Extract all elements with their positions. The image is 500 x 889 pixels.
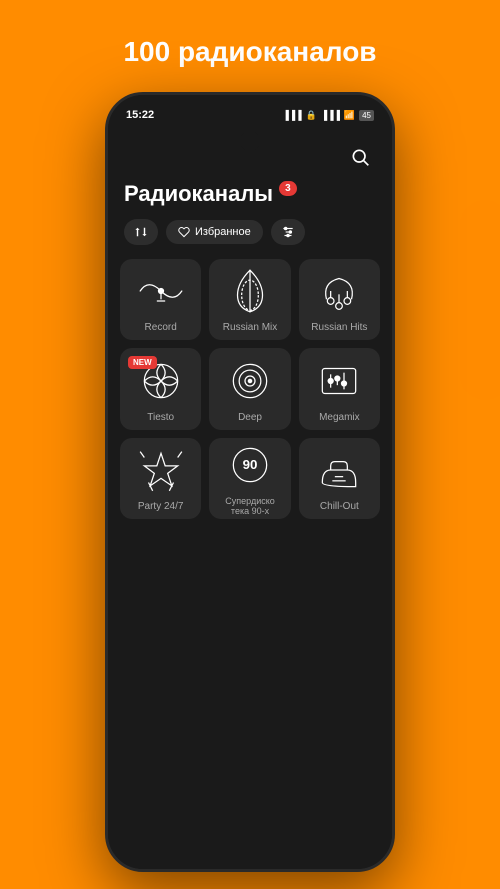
page-title-row: Радиоканалы 3 [108, 181, 392, 219]
channel-russian-mix[interactable]: Russian Mix [209, 259, 290, 340]
tiesto-name: Tiesto [147, 412, 174, 423]
chillout-name: Chill-Out [320, 501, 359, 512]
russian-hits-icon [314, 266, 364, 316]
deep-name: Deep [238, 412, 262, 423]
russian-mix-icon [225, 266, 275, 316]
page-title: Радиоканалы [124, 181, 273, 207]
favorites-label: Избранное [195, 226, 251, 238]
disco90-icon: 90 [225, 440, 275, 490]
network-icon: ▐▐▐ [321, 110, 340, 120]
channels-grid: Record Russian Mix [108, 259, 392, 519]
russian-mix-name: Russian Mix [223, 322, 277, 333]
megamix-icon [314, 356, 364, 406]
wifi-icon: 📶 [344, 110, 355, 121]
new-badge: NEW [128, 356, 157, 369]
deep-icon [225, 356, 275, 406]
signal-icon: ▐▐▐ [282, 110, 301, 120]
chillout-icon [314, 445, 364, 495]
party-name: Party 24/7 [138, 501, 184, 512]
phone-notch [240, 131, 260, 151]
lock-icon: 🔒 [306, 110, 317, 121]
record-icon [136, 266, 186, 316]
battery-icon: 45 [359, 110, 374, 121]
channel-chillout[interactable]: Chill-Out [299, 438, 380, 519]
phone-frame: 15:22 ▐▐▐ 🔒 ▐▐▐ 📶 45 Радиоканалы 3 [105, 92, 395, 872]
favorites-button[interactable]: Избранное [166, 220, 263, 244]
notifications-badge: 3 [279, 181, 297, 196]
channel-record[interactable]: Record [120, 259, 201, 340]
megamix-name: Megamix [319, 412, 360, 423]
search-button[interactable] [344, 141, 376, 173]
disco90-name: Супердискотека 90-х [221, 496, 279, 516]
filter-bar: Избранное [108, 219, 392, 259]
app-content: Радиоканалы 3 Избранное [108, 131, 392, 869]
channel-deep[interactable]: Deep [209, 348, 290, 429]
equalizer-button[interactable] [271, 219, 305, 245]
status-time: 15:22 [126, 109, 154, 121]
party-icon [136, 445, 186, 495]
channel-megamix[interactable]: Megamix [299, 348, 380, 429]
svg-text:90: 90 [243, 458, 258, 473]
channel-tiesto[interactable]: NEW Tiesto [120, 348, 201, 429]
channel-russian-hits[interactable]: Russian Hits [299, 259, 380, 340]
page-header: 100 радиоканалов [123, 36, 376, 68]
russian-hits-name: Russian Hits [311, 322, 367, 333]
record-name: Record [145, 322, 177, 333]
status-icons: ▐▐▐ 🔒 ▐▐▐ 📶 45 [282, 110, 374, 121]
sort-button[interactable] [124, 219, 158, 245]
status-bar: 15:22 ▐▐▐ 🔒 ▐▐▐ 📶 45 [108, 95, 392, 131]
channel-party[interactable]: Party 24/7 [120, 438, 201, 519]
channel-disco90[interactable]: 90 Супердискотека 90-х [209, 438, 290, 519]
